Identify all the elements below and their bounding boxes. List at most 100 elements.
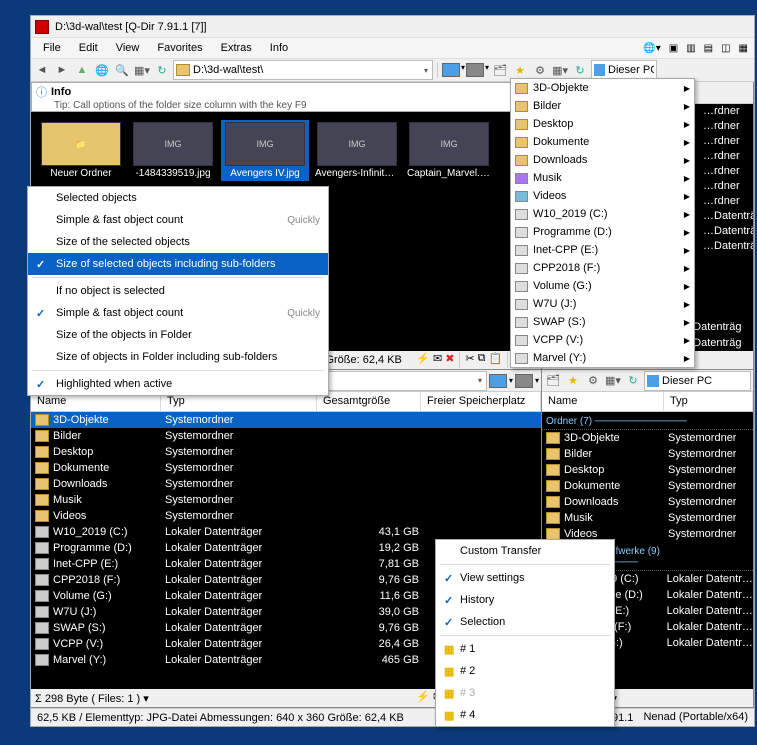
context-menu-item[interactable]: ▦# 1 — [436, 638, 614, 660]
flyout-item[interactable]: Bilder▶ — [511, 97, 694, 115]
address-bar[interactable]: ▾ — [173, 60, 433, 80]
menu-view[interactable]: View — [108, 40, 148, 56]
menu-edit[interactable]: Edit — [71, 40, 106, 56]
list-item[interactable]: DokumenteSystemordner — [542, 478, 753, 494]
tree-icon[interactable]: 🗂 — [491, 61, 509, 79]
thumbnail-item[interactable]: IMG-1484339519.jpg — [129, 120, 217, 181]
col-free[interactable]: Freier Speicherplatz — [421, 392, 541, 411]
list-item[interactable]: BilderSystemordner — [31, 428, 541, 444]
menu-file[interactable]: File — [35, 40, 69, 56]
thumbnail-item[interactable]: 📁Neuer Ordner — [37, 120, 125, 181]
layout-toggle-4[interactable]: ◫ — [719, 42, 732, 55]
col-name[interactable]: Name — [542, 392, 664, 411]
delete-red-icon[interactable]: ✖ — [445, 352, 454, 368]
up-button[interactable]: ▲ — [73, 61, 91, 79]
flyout-item[interactable]: 3D-Objekte▶ — [511, 79, 694, 97]
flyout-item[interactable]: Inet-CPP (E:)▶ — [511, 241, 694, 259]
forward-button[interactable]: ► — [53, 61, 71, 79]
flyout-item[interactable]: Desktop▶ — [511, 115, 694, 133]
flyout-item[interactable]: CPP2018 (F:)▶ — [511, 259, 694, 277]
layout-toggle-3[interactable]: ▤ — [702, 42, 715, 55]
pc-selector[interactable]: Dieser PC — [591, 60, 657, 80]
list-item[interactable]: 3D-ObjekteSystemordner — [542, 430, 753, 446]
layout-toggle-5[interactable]: ▦ — [737, 42, 750, 55]
flyout-item[interactable]: Programme (D:)▶ — [511, 223, 694, 241]
context-menu-item[interactable]: Custom Transfer — [436, 540, 614, 562]
context-menu-item[interactable]: ▦# 2 — [436, 660, 614, 682]
list-item[interactable]: BilderSystemordner — [542, 446, 753, 462]
menu-info[interactable]: Info — [262, 40, 296, 56]
flyout-item[interactable]: SWAP (S:)▶ — [511, 313, 694, 331]
context-menu-item[interactable]: Selected objects — [28, 187, 328, 209]
sync-icon[interactable]: ↻ — [624, 372, 642, 390]
flyout-item[interactable]: W7U (J:)▶ — [511, 295, 694, 313]
pane-b-selector[interactable] — [466, 63, 484, 77]
context-menu-custom-transfer[interactable]: Custom Transfer✓View settings✓History✓Se… — [435, 539, 615, 727]
views-icon[interactable]: ▦▾ — [133, 61, 151, 79]
mail-icon[interactable]: ✉ — [433, 352, 442, 368]
pane-c-status-text[interactable]: Σ 298 Byte ( Files: 1 ) ▾ — [35, 692, 149, 705]
pane-a-selector[interactable] — [442, 63, 460, 77]
flyout-nav-tree[interactable]: 3D-Objekte▶Bilder▶Desktop▶Dokumente▶Down… — [510, 78, 695, 368]
address-dropdown[interactable]: ▾ — [422, 66, 430, 75]
pane-selector-gray[interactable] — [515, 374, 533, 388]
list-item[interactable]: DownloadsSystemordner — [31, 476, 541, 492]
paste-icon[interactable]: 📋 — [488, 352, 502, 368]
flyout-item[interactable]: Volume (G:)▶ — [511, 277, 694, 295]
back-button[interactable]: ◄ — [33, 61, 51, 79]
address-dropdown[interactable]: ▾ — [476, 376, 484, 385]
thumbnail-item[interactable]: IMGAvengers-Infinity-... — [313, 120, 401, 181]
refresh-icon[interactable]: ↻ — [153, 61, 171, 79]
flyout-item[interactable]: Dokumente▶ — [511, 133, 694, 151]
gear-icon[interactable]: ⚙ — [584, 372, 602, 390]
group-header[interactable]: Ordner (7) ───────────── — [542, 414, 753, 430]
context-menu-item[interactable]: ✓Simple & fast object countQuickly — [28, 302, 328, 324]
copy-icon[interactable]: ⧉ — [478, 352, 486, 368]
star-icon[interactable]: ★ — [564, 372, 582, 390]
menu-favorites[interactable]: Favorites — [149, 40, 210, 56]
context-menu-item[interactable]: Size of objects in Folder including sub-… — [28, 346, 328, 368]
col-typ[interactable]: Typ — [664, 392, 753, 411]
flyout-item[interactable]: VCPP (V:)▶ — [511, 331, 694, 349]
tree-icon[interactable]: 🗂 — [544, 372, 562, 390]
context-menu-item[interactable]: Size of the objects in Folder — [28, 324, 328, 346]
list-item[interactable]: MusikSystemordner — [31, 492, 541, 508]
context-menu-item[interactable]: ✓Selection — [436, 611, 614, 633]
context-menu-item[interactable]: ✓Highlighted when active — [28, 373, 328, 395]
sync-icon[interactable]: ↻ — [571, 61, 589, 79]
context-menu-item[interactable]: ▦# 4 — [436, 704, 614, 726]
flyout-item[interactable]: Musik▶ — [511, 169, 694, 187]
col-size[interactable]: Gesamtgröße — [317, 392, 421, 411]
context-menu-size-options[interactable]: Selected objectsSimple & fast object cou… — [27, 186, 329, 396]
wand-icon[interactable]: ⚡ — [416, 352, 430, 368]
context-menu-item[interactable]: Simple & fast object countQuickly — [28, 209, 328, 231]
layout-toggle-1[interactable]: ▣ — [667, 42, 680, 55]
layout-toggle-2[interactable]: ▥ — [684, 42, 697, 55]
globe-icon[interactable]: 🌐▾ — [641, 42, 662, 55]
flyout-item[interactable]: Downloads▶ — [511, 151, 694, 169]
list-item[interactable]: DesktopSystemordner — [31, 444, 541, 460]
pane-d-address[interactable]: Dieser PC — [644, 371, 751, 391]
menu-extras[interactable]: Extras — [213, 40, 260, 56]
search-icon[interactable]: 🔍 — [113, 61, 131, 79]
globe-button[interactable]: 🌐 — [93, 61, 111, 79]
pane-d-headers[interactable]: Name Typ — [542, 392, 753, 412]
list-item[interactable]: DownloadsSystemordner — [542, 494, 753, 510]
list-item[interactable]: 3D-ObjekteSystemordner — [31, 412, 541, 428]
list-item[interactable]: MusikSystemordner — [542, 510, 753, 526]
grid-icon[interactable]: ▦▾ — [551, 61, 569, 79]
list-item[interactable]: DokumenteSystemordner — [31, 460, 541, 476]
wand-icon[interactable]: ⚡ — [416, 690, 430, 706]
list-item[interactable]: DesktopSystemordner — [542, 462, 753, 478]
context-menu-item[interactable]: ✓Size of selected objects including sub-… — [28, 253, 328, 275]
flyout-item[interactable]: W10_2019 (C:)▶ — [511, 205, 694, 223]
context-menu-item[interactable]: Size of the selected objects — [28, 231, 328, 253]
list-item[interactable]: W10_2019 (C:)Lokaler Datenträger43,1 GB — [31, 524, 541, 540]
flyout-item[interactable]: Videos▶ — [511, 187, 694, 205]
context-menu-item[interactable]: If no object is selected — [28, 280, 328, 302]
context-menu-item[interactable]: ✓View settings — [436, 567, 614, 589]
thumbnail-item[interactable]: IMGCaptain_Marvel.jpg — [405, 120, 493, 181]
star-icon[interactable]: ★ — [511, 61, 529, 79]
gear-icon[interactable]: ⚙ — [531, 61, 549, 79]
grid-icon[interactable]: ▦▾ — [604, 372, 622, 390]
